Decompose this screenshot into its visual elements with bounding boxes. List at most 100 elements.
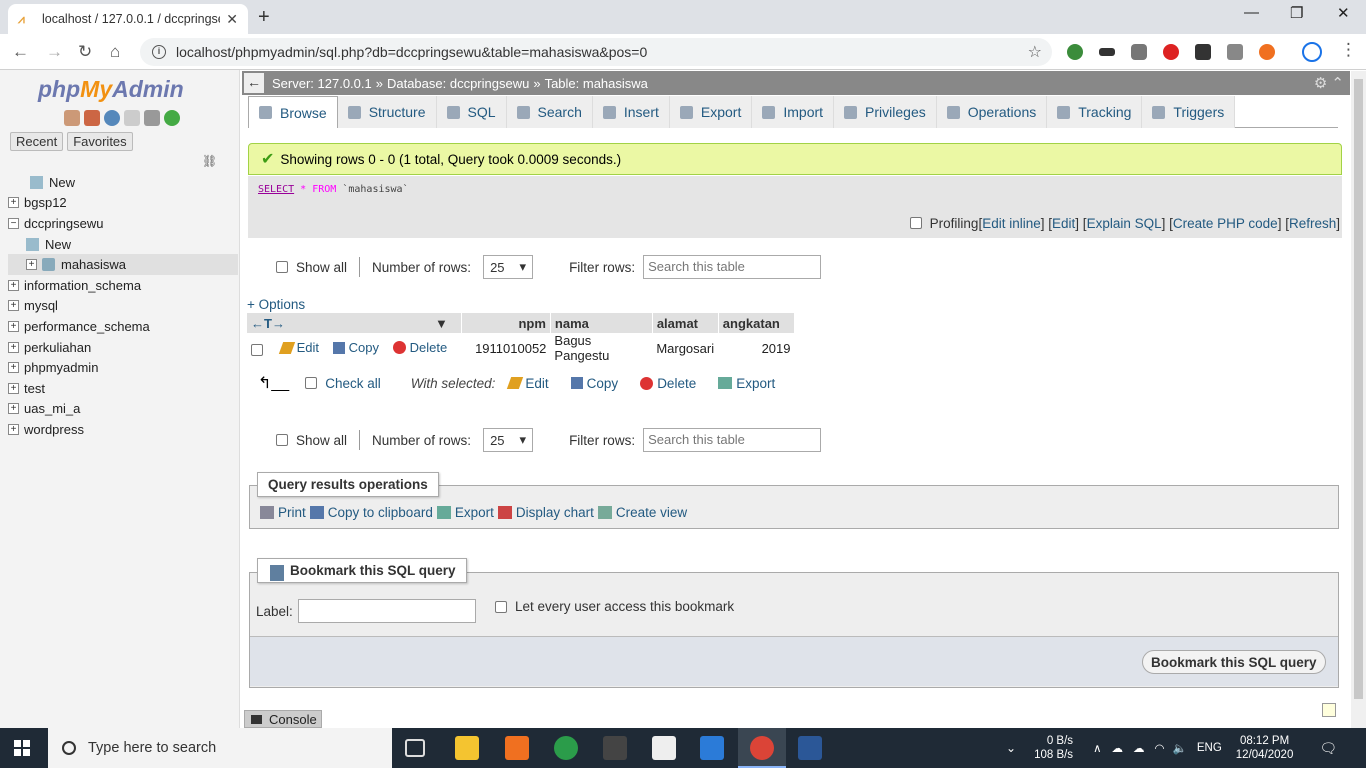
tree-item[interactable]: − dccpringsewu (8, 213, 238, 234)
expand-icon[interactable]: − (8, 217, 19, 229)
home-nav-icon[interactable] (64, 110, 80, 126)
browser-tab[interactable]: ⩘ localhost / 127.0.0.1 / dccpringse ✕ (8, 4, 248, 34)
check-all-checkbox[interactable] (305, 377, 318, 389)
column-header-npm[interactable]: npm (461, 313, 551, 333)
refresh-nav-icon[interactable] (164, 110, 180, 126)
display-chart-link[interactable]: Display chart (497, 505, 594, 520)
android-studio-icon[interactable] (554, 736, 578, 760)
breadcrumb-database[interactable]: Database: dccpringsewu (387, 76, 529, 91)
bookmark-star-icon[interactable]: ☆ (1028, 42, 1042, 62)
omnibox[interactable]: i localhost/phpmyadmin/sql.php?db=dccpri… (140, 38, 1052, 66)
windows-start-icon[interactable] (14, 740, 30, 756)
settings-icon[interactable] (144, 110, 160, 126)
chrome-menu-icon[interactable]: ⋮ (1340, 40, 1357, 60)
docs-icon[interactable] (124, 110, 140, 126)
profiling-link[interactable]: Refresh (1289, 216, 1336, 231)
create-view-link[interactable]: Create view (597, 505, 687, 520)
logout-icon[interactable] (84, 110, 100, 126)
column-header-alamat[interactable]: alamat (652, 313, 719, 333)
site-info-icon[interactable]: i (152, 45, 166, 59)
show-hidden-icons-icon[interactable]: ∧ (1093, 741, 1101, 755)
close-tab-icon[interactable]: ✕ (226, 11, 238, 28)
column-header-nama[interactable]: nama (550, 313, 653, 333)
extension-mask-icon[interactable] (1099, 48, 1115, 56)
rows-per-page-select[interactable]: 25 ▾ (483, 255, 534, 279)
tree-item[interactable]: New (8, 172, 238, 193)
bookmark-submit-button[interactable]: Bookmark this SQL query (1142, 650, 1326, 674)
rows-per-page-select-bottom[interactable]: 25 ▾ (483, 428, 534, 452)
tree-item[interactable]: + wordpress (8, 419, 238, 440)
home-icon[interactable]: ⌂ (110, 42, 120, 62)
help-icon[interactable] (104, 110, 120, 126)
cell-npm[interactable]: 1911010052 (461, 333, 550, 363)
filter-rows-input[interactable]: Search this table (643, 255, 822, 279)
restore-icon[interactable]: ❐ (1290, 4, 1303, 22)
tab-structure[interactable]: Structure (337, 96, 437, 128)
chrome-taskbar-item[interactable] (738, 728, 786, 768)
tab-triggers[interactable]: Triggers (1142, 96, 1236, 128)
row-checkbox[interactable] (251, 344, 263, 357)
notepad-icon[interactable] (652, 736, 676, 760)
sort-dropdown-icon[interactable]: ▼ (435, 316, 448, 331)
word-icon[interactable] (798, 736, 822, 760)
unity-icon[interactable] (603, 736, 627, 760)
row-delete-link[interactable]: Delete (392, 340, 447, 355)
tab-sql[interactable]: SQL (436, 96, 507, 128)
show-all-checkbox[interactable] (276, 261, 288, 273)
language-indicator[interactable]: ENG (1197, 742, 1222, 754)
options-toggle[interactable]: + Options (247, 297, 305, 312)
extension-bag-icon[interactable] (1227, 44, 1243, 60)
bulk-copy-link[interactable]: Copy (570, 376, 618, 391)
page-scrollbar[interactable] (1351, 71, 1366, 728)
tab-import[interactable]: Import (752, 96, 835, 128)
tab-insert[interactable]: Insert (592, 96, 670, 128)
expand-icon[interactable]: + (8, 279, 19, 291)
cell-alamat[interactable]: Margosari (652, 333, 718, 363)
tree-item[interactable]: + uas_mi_a (8, 399, 238, 420)
extension-yab-icon[interactable] (1163, 44, 1179, 60)
forward-icon[interactable]: → (46, 42, 63, 62)
tree-item[interactable]: + information_schema (8, 275, 238, 296)
task-view-icon[interactable] (405, 739, 425, 757)
minimize-icon[interactable]: — (1244, 4, 1259, 21)
tree-item[interactable]: + test (8, 378, 238, 399)
profiling-checkbox[interactable] (909, 217, 922, 229)
taskbar-search[interactable]: Type here to search (48, 728, 392, 768)
profile-icon[interactable] (1302, 42, 1322, 62)
new-tab-icon[interactable]: + (258, 6, 270, 29)
settings-gear-icon[interactable]: ⚙ ⌃ (1314, 74, 1344, 92)
vscode-icon[interactable] (700, 736, 724, 760)
close-window-icon[interactable]: ✕ (1337, 4, 1350, 22)
profiling-link[interactable]: Edit (1052, 216, 1075, 231)
console-toggle[interactable]: Console (244, 710, 322, 728)
reload-icon[interactable]: ↻ (78, 42, 92, 62)
tree-item[interactable]: + performance_schema (8, 316, 238, 337)
expand-icon[interactable]: + (8, 197, 19, 209)
column-controls[interactable]: ←T→ ▼ (247, 313, 462, 333)
expand-icon[interactable]: + (8, 423, 19, 435)
tree-item[interactable]: + mahasiswa (8, 254, 238, 275)
notifications-icon[interactable]: 🗨 (1319, 740, 1337, 757)
expand-icon[interactable]: + (26, 259, 37, 271)
check-all-label[interactable]: Check all (325, 376, 381, 391)
expand-icon[interactable]: + (8, 300, 19, 312)
favorites-button[interactable]: Favorites (67, 132, 133, 151)
extension-shield-icon[interactable] (1131, 44, 1147, 60)
expand-icon[interactable]: + (8, 341, 19, 353)
notes-icon[interactable] (1322, 703, 1336, 717)
wifi-icon[interactable]: ◠ (1154, 741, 1164, 755)
tree-item[interactable]: + perkuliahan (8, 337, 238, 358)
volume-icon[interactable]: 🔈 (1173, 741, 1187, 755)
column-header-angkatan[interactable]: angkatan (718, 313, 796, 333)
chevron-icon[interactable]: ⌄ (1006, 741, 1016, 755)
tab-search[interactable]: Search (506, 96, 593, 128)
tab-operations[interactable]: Operations (936, 96, 1048, 128)
print-link[interactable]: Print (260, 505, 306, 520)
tab-tracking[interactable]: Tracking (1047, 96, 1143, 128)
expand-icon[interactable]: + (8, 362, 19, 374)
export-link[interactable]: Export (436, 505, 494, 520)
tree-item[interactable]: New (8, 234, 238, 255)
breadcrumb-table[interactable]: Table: mahasiswa (545, 76, 648, 91)
profiling-link[interactable]: Explain SQL (1087, 216, 1162, 231)
tree-item[interactable]: + bgsp12 (8, 193, 238, 214)
